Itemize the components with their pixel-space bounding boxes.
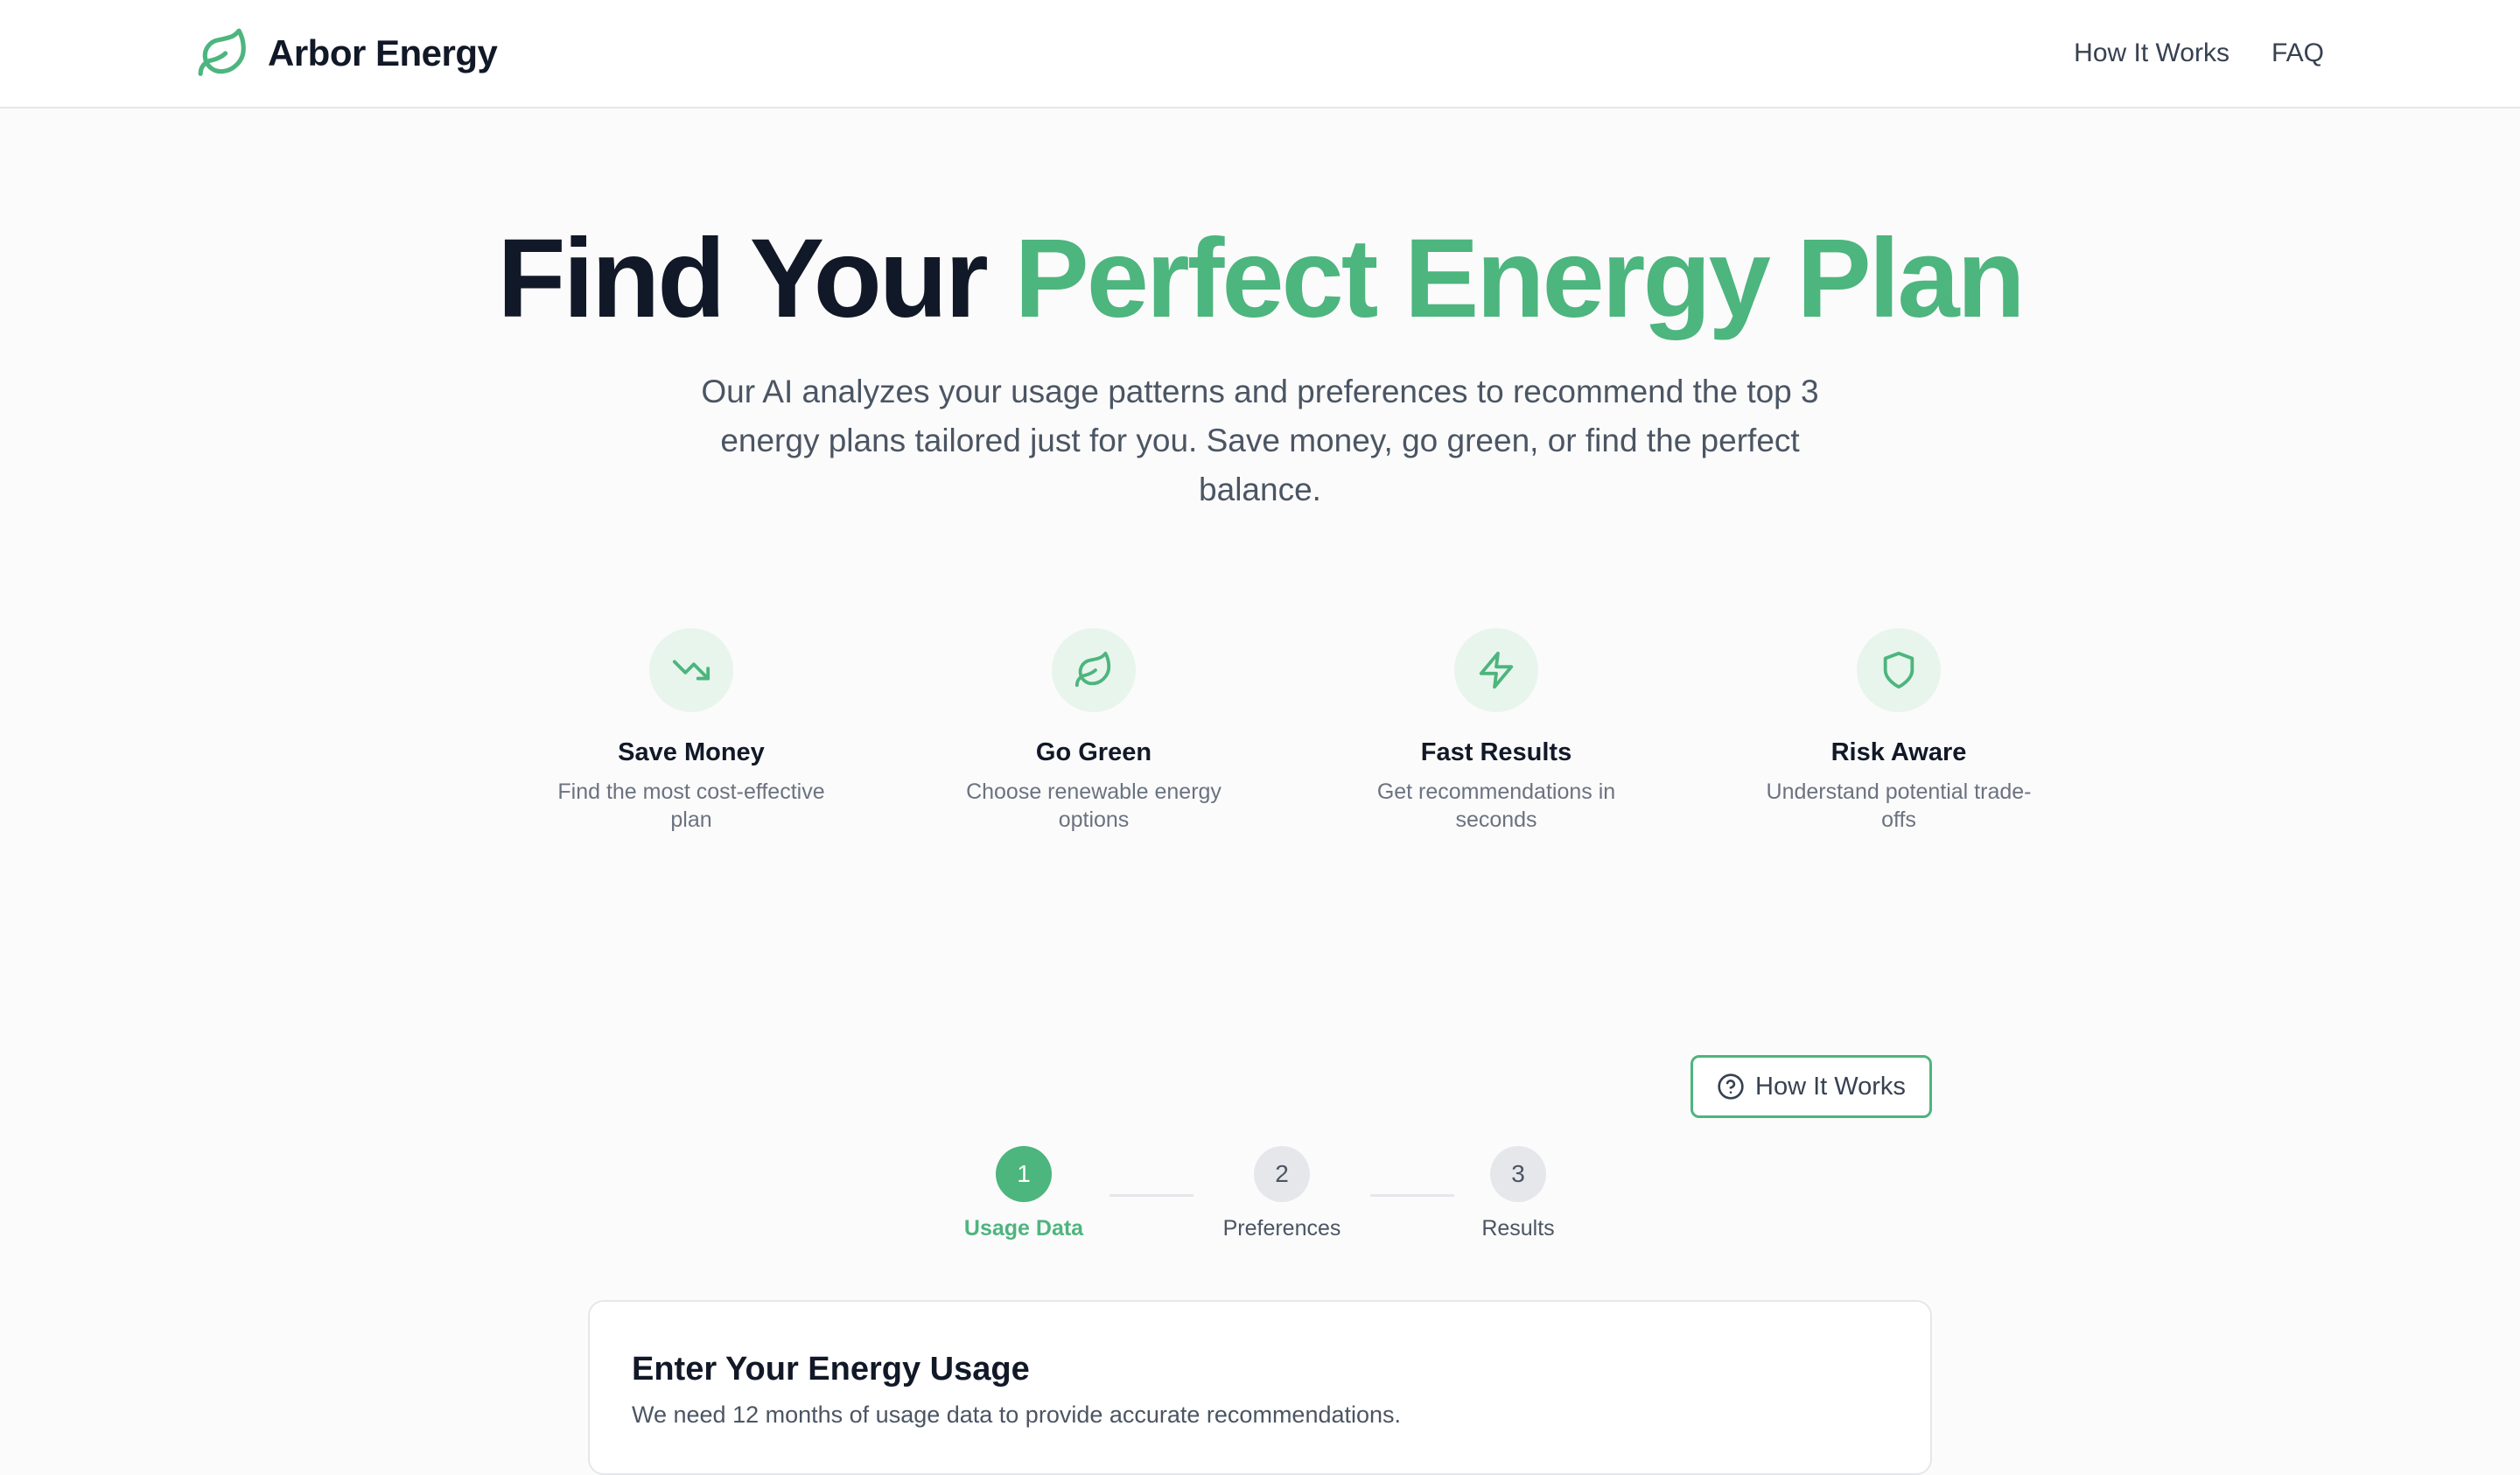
card-title: Enter Your Energy Usage [632, 1351, 1030, 1388]
feature-fast-results: Fast Results Get recommendations in seco… [1295, 628, 1698, 834]
shield-icon [1883, 651, 1914, 689]
feature-desc: Find the most cost-effective plan [557, 779, 825, 832]
feature-desc: Understand potential trade-offs [1766, 779, 2032, 832]
step-label: Results [1481, 1216, 1555, 1241]
site-header: Arbor Energy How It Works FAQ [0, 0, 2520, 108]
help-circle-icon [1718, 1073, 1744, 1100]
nav-faq[interactable]: FAQ [2272, 33, 2324, 73]
feature-go-green: Go Green Choose renewable energy options [892, 628, 1295, 834]
nav-how-it-works[interactable]: How It Works [2074, 33, 2230, 73]
feature-risk-aware: Risk Aware Understand potential trade-of… [1698, 628, 2100, 834]
feature-desc: Get recommendations in seconds [1376, 779, 1616, 832]
feature-icon-circle [1857, 628, 1941, 712]
leaf-icon [1074, 651, 1111, 688]
step-label: Preferences [1222, 1216, 1341, 1241]
step-usage-data[interactable]: 1 Usage Data [958, 1146, 1089, 1241]
how-it-works-label: How It Works [1755, 1072, 1906, 1101]
top-nav: How It Works FAQ [2074, 33, 2324, 73]
step-number: 2 [1254, 1146, 1310, 1202]
step-results[interactable]: 3 Results [1466, 1146, 1571, 1241]
how-it-works-button[interactable]: How It Works [1690, 1055, 1932, 1118]
trending-down-icon [672, 660, 710, 681]
step-preferences[interactable]: 2 Preferences [1208, 1146, 1356, 1241]
hero-title: Find Your Perfect Energy Plan [0, 213, 2520, 345]
hero-title-dark: Find Your [497, 216, 1015, 341]
step-label: Usage Data [963, 1216, 1084, 1241]
step-connector [1370, 1194, 1454, 1197]
feature-list: Save Money Find the most cost-effective … [490, 628, 2100, 834]
feature-title: Fast Results [1420, 738, 1572, 766]
feature-desc: Choose renewable energy options [966, 779, 1222, 832]
hero-title-accent: Perfect Energy Plan [1014, 216, 2025, 341]
feature-icon-circle [1454, 628, 1538, 712]
step-number: 1 [996, 1146, 1052, 1202]
brand-name: Arbor Energy [268, 32, 498, 73]
brand-logo[interactable]: Arbor Energy [196, 24, 498, 82]
card-description: We need 12 months of usage data to provi… [632, 1402, 1402, 1428]
feature-icon-circle [649, 628, 733, 712]
feature-title: Risk Aware [1830, 738, 1967, 766]
usage-input-card: Enter Your Energy Usage We need 12 month… [588, 1300, 1932, 1475]
feature-title: Save Money [618, 738, 765, 766]
feature-save-money: Save Money Find the most cost-effective … [490, 628, 892, 834]
step-connector [1110, 1194, 1194, 1197]
leaf-icon [198, 28, 246, 76]
feature-title: Go Green [1035, 738, 1152, 766]
hero-subtitle: Our AI analyzes your usage patterns and … [701, 374, 1819, 507]
lightning-icon [1479, 651, 1514, 689]
feature-icon-circle [1052, 628, 1136, 712]
step-number: 3 [1490, 1146, 1546, 1202]
